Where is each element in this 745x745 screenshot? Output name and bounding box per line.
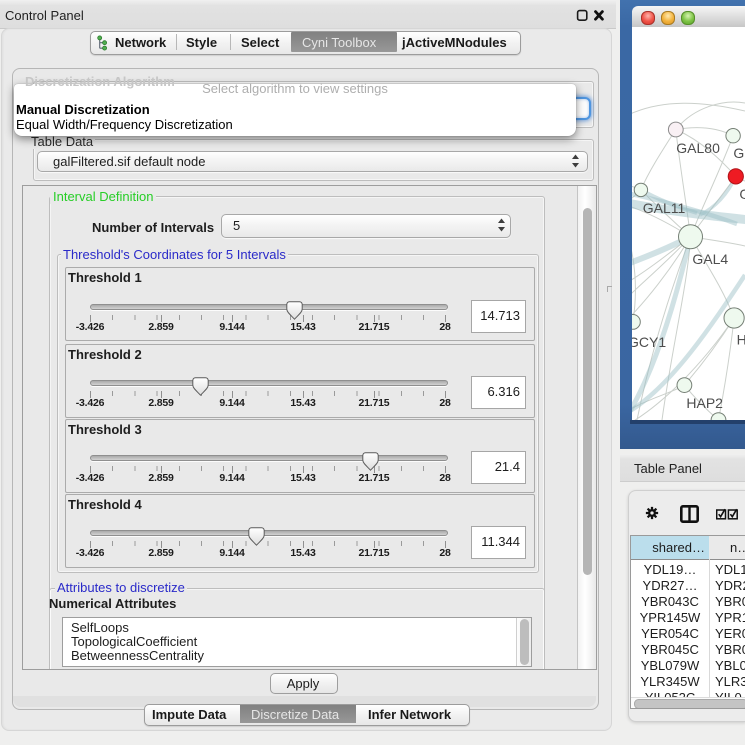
svg-text:GAL11: GAL11	[643, 200, 686, 216]
svg-text:GCY1: GCY1	[632, 334, 666, 350]
svg-text:G: G	[733, 145, 744, 161]
svg-text:G: G	[739, 186, 745, 202]
svg-text:HAP2: HAP2	[686, 395, 723, 411]
svg-text:GAL4: GAL4	[692, 251, 728, 267]
svg-text:H: H	[737, 332, 745, 348]
svg-text:GAL80: GAL80	[676, 140, 720, 156]
